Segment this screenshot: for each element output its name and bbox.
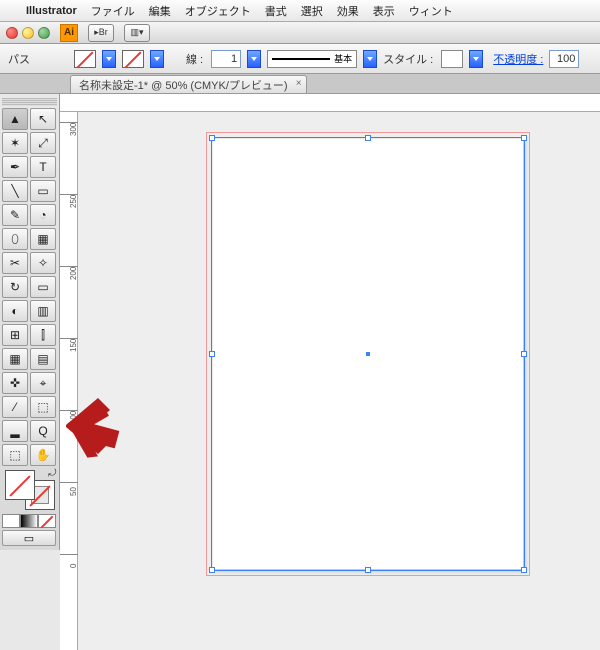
resize-handle-n[interactable]: [365, 135, 371, 141]
tool-button-1-1[interactable]: ⤢: [30, 132, 56, 154]
tool-button-1-0[interactable]: ✶: [2, 132, 28, 154]
stroke-swatch[interactable]: [122, 50, 144, 68]
canvas[interactable]: [78, 112, 600, 650]
bridge-button[interactable]: ▸Br: [88, 24, 114, 42]
menu-file[interactable]: ファイル: [91, 3, 135, 19]
tool-button-11-0[interactable]: ✜: [2, 372, 28, 394]
color-mode-row: [2, 514, 57, 528]
tool-button-3-1[interactable]: ▭: [30, 180, 56, 202]
swap-fill-stroke-icon[interactable]: ⤾: [48, 468, 56, 479]
window-titlebar: Ai ▸Br ▥▾: [0, 22, 600, 44]
tab-close-icon[interactable]: ×: [296, 78, 302, 89]
graphic-style-swatch[interactable]: [441, 50, 463, 68]
fill-dropdown[interactable]: [102, 50, 116, 68]
selection-type-label: パス: [8, 51, 30, 67]
resize-handle-nw[interactable]: [209, 135, 215, 141]
menu-object[interactable]: オブジェクト: [185, 3, 251, 19]
menu-effect[interactable]: 効果: [337, 3, 359, 19]
ruler-tick-label: 50: [69, 487, 78, 496]
selection-center-icon: [366, 352, 370, 356]
tool-button-10-1[interactable]: ▤: [30, 348, 56, 370]
brush-definition[interactable]: 基本: [267, 50, 357, 68]
color-mode-solid[interactable]: [2, 514, 20, 528]
ruler-vertical[interactable]: 300 250 200 150 100 50 0: [60, 112, 78, 650]
ruler-tick-label: 200: [69, 267, 78, 280]
tool-button-8-1[interactable]: ▥: [30, 300, 56, 322]
window-close-button[interactable]: [6, 27, 18, 39]
menu-select[interactable]: 選択: [301, 3, 323, 19]
toolbox: ▲↖✶⤢✒T╲▭✎◔⬯▦✂✧↻▭◐▥⊞⫿▦▤✜⌖⁄⬚▂Q⬚✋ ⤾ ▭: [0, 94, 60, 550]
selection-bounding-box[interactable]: [211, 137, 525, 571]
ruler-horizontal[interactable]: [60, 94, 600, 112]
fill-box[interactable]: [5, 470, 35, 500]
tool-button-6-1[interactable]: ✧: [30, 252, 56, 274]
tool-button-13-0[interactable]: ▂: [2, 420, 28, 442]
document-tab[interactable]: 名称未設定-1* @ 50% (CMYK/プレビュー) ×: [70, 75, 307, 93]
tool-button-5-1[interactable]: ▦: [30, 228, 56, 250]
menu-edit[interactable]: 編集: [149, 3, 171, 19]
brush-name-label: 基本: [334, 52, 352, 65]
ruler-tick-label: 0: [69, 564, 78, 568]
ruler-tick-label: 100: [69, 411, 78, 424]
toolbox-grip[interactable]: [2, 98, 57, 106]
opacity-link[interactable]: 不透明度 :: [493, 51, 543, 67]
tool-button-0-1[interactable]: ↖: [30, 108, 56, 130]
tool-button-8-0[interactable]: ◐: [2, 300, 28, 322]
opacity-input[interactable]: [549, 50, 579, 68]
tool-button-0-0[interactable]: ▲: [2, 108, 28, 130]
fill-stroke-control[interactable]: ⤾: [3, 468, 57, 512]
arrange-documents-button[interactable]: ▥▾: [124, 24, 150, 42]
menu-window[interactable]: ウィント: [409, 3, 453, 19]
tool-button-11-1[interactable]: ⌖: [30, 372, 56, 394]
tool-button-4-1[interactable]: ◔: [30, 204, 56, 226]
tool-button-13-1[interactable]: Q: [30, 420, 56, 442]
menu-view[interactable]: 表示: [373, 3, 395, 19]
tool-button-10-0[interactable]: ▦: [2, 348, 28, 370]
resize-handle-e[interactable]: [521, 351, 527, 357]
tool-button-7-0[interactable]: ↻: [2, 276, 28, 298]
tool-button-12-0[interactable]: ⁄: [2, 396, 28, 418]
tool-button-2-0[interactable]: ✒: [2, 156, 28, 178]
app-icon: Ai: [60, 24, 78, 42]
tool-button-2-1[interactable]: T: [30, 156, 56, 178]
graphic-style-dropdown[interactable]: [469, 50, 483, 68]
stroke-weight-input[interactable]: [211, 50, 241, 68]
tool-button-12-1[interactable]: ⬚: [30, 396, 56, 418]
resize-handle-w[interactable]: [209, 351, 215, 357]
resize-handle-sw[interactable]: [209, 567, 215, 573]
tool-button-3-0[interactable]: ╲: [2, 180, 28, 202]
stroke-weight-dropdown[interactable]: [247, 50, 261, 68]
color-mode-gradient[interactable]: [20, 514, 38, 528]
tool-button-14-0[interactable]: ⬚: [2, 444, 28, 466]
tool-button-4-0[interactable]: ✎: [2, 204, 28, 226]
tool-button-9-1[interactable]: ⫿: [30, 324, 56, 346]
fill-swatch[interactable]: [74, 50, 96, 68]
document-tab-title: 名称未設定-1* @ 50% (CMYK/プレビュー): [79, 77, 288, 93]
document-tab-strip: 名称未設定-1* @ 50% (CMYK/プレビュー) ×: [0, 74, 600, 94]
brush-dropdown[interactable]: [363, 50, 377, 68]
system-menubar: Illustrator ファイル 編集 オブジェクト 書式 選択 効果 表示 ウ…: [0, 0, 600, 22]
window-minimize-button[interactable]: [22, 27, 34, 39]
style-label: スタイル :: [383, 51, 433, 67]
ruler-tick-label: 250: [69, 195, 78, 208]
window-zoom-button[interactable]: [38, 27, 50, 39]
screen-mode-button[interactable]: ▭: [2, 530, 56, 546]
tool-button-6-0[interactable]: ✂: [2, 252, 28, 274]
workspace: ▲↖✶⤢✒T╲▭✎◔⬯▦✂✧↻▭◐▥⊞⫿▦▤✜⌖⁄⬚▂Q⬚✋ ⤾ ▭ 30025…: [0, 94, 600, 650]
resize-handle-se[interactable]: [521, 567, 527, 573]
menu-type[interactable]: 書式: [265, 3, 287, 19]
resize-handle-ne[interactable]: [521, 135, 527, 141]
tool-button-14-1[interactable]: ✋: [30, 444, 56, 466]
stroke-dropdown[interactable]: [150, 50, 164, 68]
ruler-tick-label: 150: [69, 339, 78, 352]
resize-handle-s[interactable]: [365, 567, 371, 573]
ruler-tick-label: 300: [69, 123, 78, 136]
tool-button-5-0[interactable]: ⬯: [2, 228, 28, 250]
stroke-label: 線 :: [186, 51, 203, 67]
tool-button-7-1[interactable]: ▭: [30, 276, 56, 298]
color-mode-none[interactable]: [38, 514, 56, 528]
app-menu[interactable]: Illustrator: [26, 5, 77, 17]
tool-button-9-0[interactable]: ⊞: [2, 324, 28, 346]
control-bar: パス 線 : 基本 スタイル : 不透明度 :: [0, 44, 600, 74]
